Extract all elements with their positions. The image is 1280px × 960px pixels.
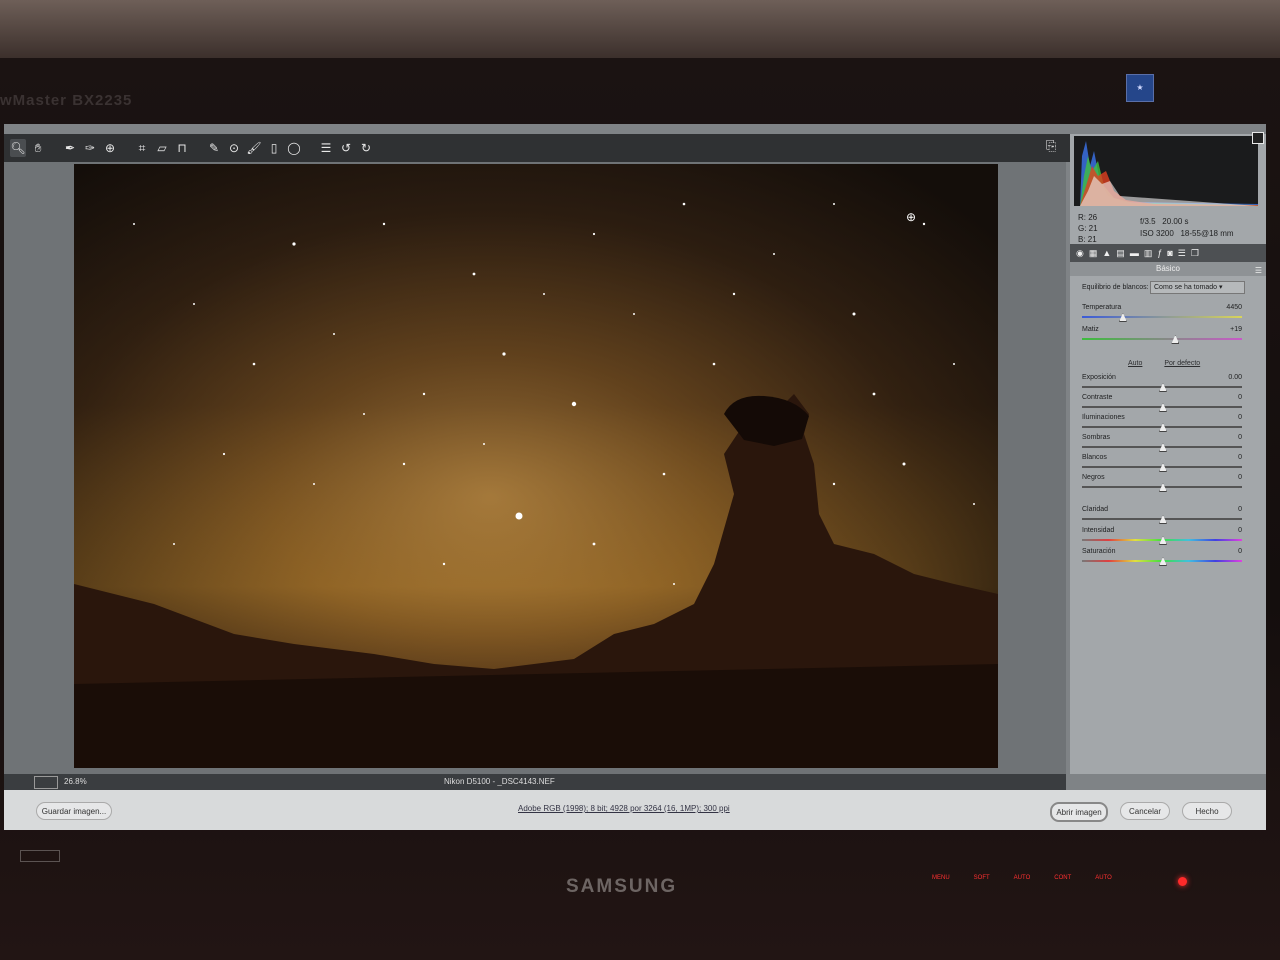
- file-name-label: Nikon D5100 - _DSC4143.NEF: [444, 777, 555, 786]
- straighten-icon[interactable]: ⏥: [154, 139, 170, 157]
- tab-basic-icon[interactable]: ◉: [1076, 248, 1084, 259]
- view-toggle-button[interactable]: [34, 776, 58, 789]
- lens: 18-55@18 mm: [1180, 229, 1234, 238]
- done-button[interactable]: Hecho: [1182, 802, 1232, 820]
- camera-raw-toolbar: 🔍︎ ✋︎ ✒ ✑ ⊕ ⌗ ⏥ ⊓ ✎ ⊙ 🖌︎ ▯ ◯ ☰ ↺ ↻: [4, 134, 1072, 162]
- spot-removal-icon[interactable]: ✎: [206, 139, 222, 157]
- monitor-button-menu[interactable]: MENU: [932, 875, 950, 881]
- energy-star-logo-icon: ★: [1126, 74, 1154, 102]
- slider-2[interactable]: Saturación 0: [1082, 548, 1242, 570]
- slider-2[interactable]: Iluminaciones 0: [1082, 414, 1242, 436]
- g-value: G: 21: [1078, 224, 1098, 233]
- slider-3[interactable]: Sombras 0: [1082, 434, 1242, 456]
- panel-menu-icon[interactable]: ☰: [1255, 264, 1262, 278]
- monitor-button-auto-2[interactable]: AUTO: [1095, 875, 1112, 881]
- r-value: R: 26: [1078, 213, 1098, 222]
- slider-1[interactable]: Contraste 0: [1082, 394, 1242, 416]
- transform-icon[interactable]: ⊓: [174, 139, 190, 157]
- power-led-icon[interactable]: [1178, 877, 1187, 886]
- panel-tabs: ◉ ▦ ▲ ▤ ▬ ▥ ƒ ◙ ☰ ❐: [1070, 244, 1266, 262]
- monitor-button-cont[interactable]: CONT: [1054, 875, 1071, 881]
- tab-lens-icon[interactable]: ▥: [1144, 248, 1153, 259]
- red-eye-icon[interactable]: ⊙: [226, 139, 242, 157]
- tab-hsl-icon[interactable]: ▤: [1116, 248, 1125, 259]
- adjustments-panel: R: 26 G: 21 B: 21 f/3.5 20.00 s ISO 3200…: [1070, 132, 1266, 774]
- crop-icon[interactable]: ⌗: [134, 139, 150, 157]
- zoom-icon[interactable]: 🔍︎: [10, 139, 26, 157]
- iso: ISO 3200: [1140, 229, 1174, 238]
- highlight-clipping-warning-icon[interactable]: [1252, 132, 1264, 144]
- monitor-buttons: MENU SOFT AUTO CONT AUTO: [932, 875, 1112, 881]
- tab-fx-icon[interactable]: ƒ: [1157, 248, 1162, 258]
- tab-presets-icon[interactable]: ☰: [1178, 248, 1186, 259]
- monitor-model-label: wMaster BX2235: [0, 92, 133, 109]
- hand-icon[interactable]: ✋︎: [30, 139, 46, 157]
- exif-info: f/3.5 20.00 s ISO 3200 18-55@18 mm: [1140, 216, 1234, 240]
- rotate-right-icon[interactable]: ↻: [358, 139, 374, 157]
- monitor-brand: SAMSUNG: [566, 876, 678, 897]
- monitor-button-soft[interactable]: SOFT: [974, 875, 990, 881]
- temperature-slider[interactable]: Temperatura 4450: [1082, 304, 1242, 326]
- night-sky-photo: [74, 164, 998, 768]
- slider-0[interactable]: Exposición 0.00: [1082, 374, 1242, 396]
- auto-link[interactable]: Auto: [1128, 360, 1142, 367]
- slider-1[interactable]: Intensidad 0: [1082, 527, 1242, 549]
- workflow-options-link[interactable]: Adobe RGB (1998); 8 bit; 4928 por 3264 (…: [518, 804, 730, 813]
- input-port-icon: [20, 850, 60, 862]
- graduated-filter-icon[interactable]: ▯: [266, 139, 282, 157]
- tab-split-toning-icon[interactable]: ▬: [1130, 248, 1139, 258]
- monitor-screen: 🔍︎ ✋︎ ✒ ✑ ⊕ ⌗ ⏥ ⊓ ✎ ⊙ 🖌︎ ▯ ◯ ☰ ↺ ↻ ⎘ ⊕ 2…: [4, 124, 1266, 830]
- tab-snapshots-icon[interactable]: ❐: [1191, 248, 1199, 259]
- open-image-button[interactable]: Abrir imagen: [1050, 802, 1108, 822]
- tab-camera-calibration-icon[interactable]: ◙: [1167, 248, 1172, 258]
- white-balance-select[interactable]: Como se ha tomado ▾: [1150, 281, 1245, 294]
- white-balance-label: Equilibrio de blancos:: [1082, 284, 1149, 291]
- default-link[interactable]: Por defecto: [1164, 360, 1200, 367]
- auto-default-row: Auto Por defecto: [1128, 360, 1220, 367]
- cancel-button[interactable]: Cancelar: [1120, 802, 1170, 820]
- wall-background: [0, 0, 1280, 60]
- monitor-button-auto[interactable]: AUTO: [1014, 875, 1031, 881]
- tab-tone-curve-icon[interactable]: ▦: [1089, 248, 1098, 259]
- target-adjust-icon[interactable]: ⊕: [102, 139, 118, 157]
- preview-status-bar: 26.8% Nikon D5100 - _DSC4143.NEF: [4, 774, 1066, 790]
- zoom-level[interactable]: 26.8%: [64, 777, 87, 786]
- aperture: f/3.5: [1140, 217, 1156, 226]
- tab-detail-icon[interactable]: ▲: [1102, 248, 1111, 258]
- zoom-cursor-icon: ⊕: [906, 210, 917, 224]
- white-balance-icon[interactable]: ✒: [62, 139, 78, 157]
- slider-0[interactable]: Claridad 0: [1082, 506, 1242, 528]
- slider-5[interactable]: Negros 0: [1082, 474, 1242, 496]
- slider-4[interactable]: Blancos 0: [1082, 454, 1242, 476]
- save-image-button[interactable]: Guardar imagen...: [36, 802, 112, 820]
- preview-area[interactable]: ⊕: [4, 162, 1066, 774]
- histogram: [1074, 136, 1258, 206]
- rotate-left-icon[interactable]: ↺: [338, 139, 354, 157]
- section-title: Básico ☰: [1070, 262, 1266, 276]
- preferences-icon[interactable]: ☰: [318, 139, 334, 157]
- bottom-bar: Guardar imagen... Adobe RGB (1998); 8 bi…: [4, 790, 1266, 830]
- radial-filter-icon[interactable]: ◯: [286, 139, 302, 157]
- adjustment-brush-icon[interactable]: 🖌︎: [246, 139, 262, 157]
- rgb-readout: R: 26 G: 21 B: 21: [1078, 212, 1098, 245]
- rock-formation-silhouette: [74, 394, 998, 768]
- tint-slider[interactable]: Matiz +19: [1082, 326, 1242, 348]
- open-external-icon[interactable]: ⎘: [1046, 138, 1056, 154]
- color-sampler-icon[interactable]: ✑: [82, 139, 98, 157]
- shutter-speed: 20.00 s: [1162, 217, 1189, 226]
